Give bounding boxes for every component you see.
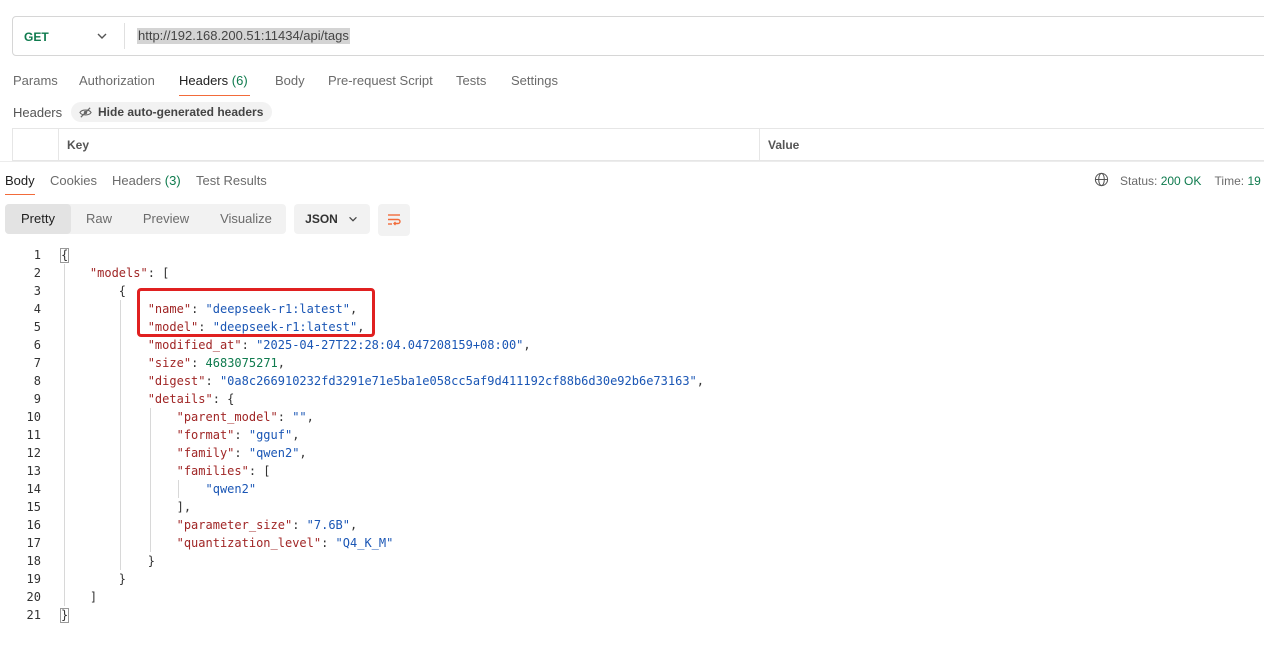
method-select[interactable]: GET xyxy=(24,30,49,44)
response-tab-cookies[interactable]: Cookies xyxy=(50,173,97,188)
active-response-tab-indicator xyxy=(5,194,35,195)
status-value[interactable]: 200 OK xyxy=(1161,174,1202,188)
table-col-divider xyxy=(12,128,13,161)
headers-section-label: Headers xyxy=(13,105,63,120)
response-tab-body[interactable]: Body xyxy=(5,173,35,188)
view-visualize-button[interactable]: Visualize xyxy=(207,204,285,234)
column-header-value: Value xyxy=(768,138,800,152)
response-tab-headers[interactable]: Headers (3) xyxy=(112,173,181,188)
tab-authorization[interactable]: Authorization xyxy=(79,73,155,88)
view-raw-button[interactable]: Raw xyxy=(73,204,125,234)
response-meta: Status: 200 OK Time: 19 r xyxy=(1120,174,1264,188)
url-divider xyxy=(124,23,125,49)
view-pretty-button[interactable]: Pretty xyxy=(5,204,71,234)
eye-slash-icon xyxy=(79,106,92,118)
active-tab-indicator xyxy=(179,95,250,96)
tab-pre-request-script[interactable]: Pre-request Script xyxy=(328,73,433,88)
globe-icon[interactable] xyxy=(1094,172,1109,187)
hide-auto-generated-headers-button[interactable]: Hide auto-generated headers xyxy=(71,102,273,122)
tab-params[interactable]: Params xyxy=(13,73,58,88)
view-preview-button[interactable]: Preview xyxy=(130,204,202,234)
pane-divider[interactable] xyxy=(0,161,1264,162)
response-tab-test-results[interactable]: Test Results xyxy=(196,173,267,188)
tab-body[interactable]: Body xyxy=(275,73,305,88)
chevron-down-icon[interactable] xyxy=(95,29,109,43)
tab-headers[interactable]: Headers (6) xyxy=(179,73,248,88)
chevron-down-icon xyxy=(348,216,357,222)
time-label: Time: xyxy=(1214,174,1245,188)
column-header-key: Key xyxy=(67,138,90,152)
tab-tests[interactable]: Tests xyxy=(456,73,486,88)
url-input[interactable]: http://192.168.200.51:11434/api/tags xyxy=(137,28,350,44)
url-bar: GET http://192.168.200.51:11434/api/tags xyxy=(12,16,1264,56)
format-select[interactable]: JSON xyxy=(294,204,370,234)
annotation-highlight-box xyxy=(137,288,375,337)
table-col-divider xyxy=(759,128,760,161)
table-border-top xyxy=(12,128,1264,129)
status-label: Status: xyxy=(1120,174,1158,188)
time-value[interactable]: 19 r xyxy=(1247,174,1264,188)
wrap-lines-icon xyxy=(388,214,401,226)
table-col-divider xyxy=(58,128,59,161)
tab-settings[interactable]: Settings xyxy=(511,73,558,88)
wrap-lines-button[interactable] xyxy=(378,204,410,236)
